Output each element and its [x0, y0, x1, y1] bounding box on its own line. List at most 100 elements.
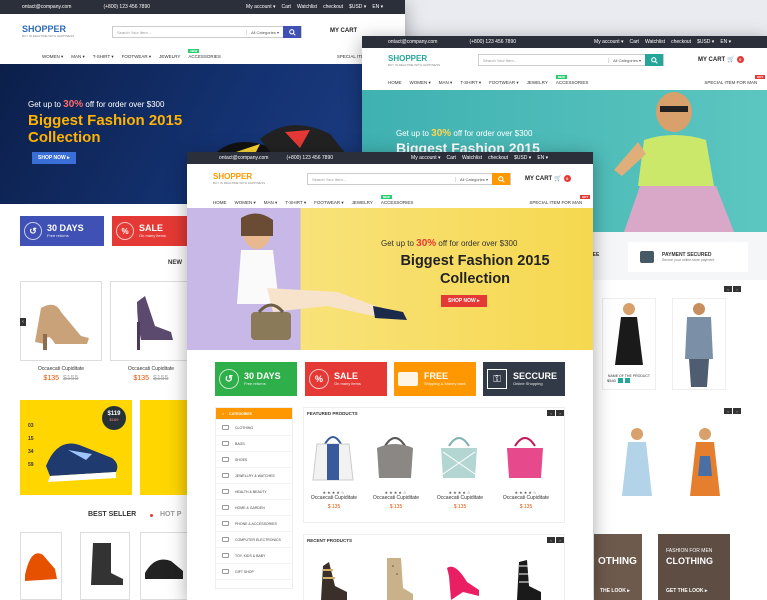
nav-footwear[interactable]: FOOTWEAR ▾ [489, 80, 519, 86]
product-card-right-4[interactable] [680, 426, 730, 506]
shoe-image-2[interactable] [377, 554, 417, 600]
shop-now-button[interactable]: SHOP NOW ▸ [32, 152, 76, 164]
currency-select[interactable]: $USD ▾ [514, 155, 531, 161]
next-arrow[interactable]: › [556, 410, 564, 416]
category-select[interactable]: All Categories ▾ [454, 176, 492, 182]
shoe-image-3[interactable] [443, 556, 483, 600]
category-item[interactable]: JEWELLRY & WATCHES [216, 468, 292, 484]
language-select[interactable]: EN ▾ [372, 4, 383, 10]
next-arrow[interactable]: › [556, 537, 564, 543]
shop-now-button[interactable]: SHOP NOW ▸ [441, 295, 487, 307]
hot-products-tab[interactable]: HOT P [160, 511, 181, 518]
watchlist-link[interactable]: Watchlist [297, 4, 317, 10]
shoe-image-4[interactable] [507, 556, 547, 600]
cart-link[interactable]: Cart [447, 155, 456, 161]
category-select[interactable]: All Categories ▾ [245, 29, 283, 35]
currency-select[interactable]: $USD ▾ [697, 39, 714, 45]
bag-image-2[interactable] [373, 428, 417, 484]
fashion-banner-right[interactable]: FASHION FOR MEN CLOTHING GET THE LOOK ▸ [658, 534, 730, 600]
language-select[interactable]: EN ▾ [537, 155, 548, 161]
next-arrow[interactable]: › [733, 408, 741, 414]
product-card-left-5[interactable] [140, 532, 188, 600]
watchlist-link[interactable]: Watchlist [462, 155, 482, 161]
my-account-menu[interactable]: My account ▾ [594, 39, 623, 45]
cart-icon[interactable] [617, 378, 623, 383]
fashion-banner-left[interactable]: OTHING THE LOOK ▸ [594, 534, 642, 600]
product-card-left-2[interactable] [110, 281, 192, 361]
logo[interactable]: SHOPPER BUY IN REALTIME WITH HAPPINESS [388, 54, 440, 67]
promo-banner-2[interactable] [140, 400, 190, 495]
currency-select[interactable]: $USD ▾ [349, 4, 366, 10]
category-header[interactable]: ≡ CATEGORIES [216, 408, 292, 420]
nav-home[interactable]: HOME [388, 80, 402, 85]
checkout-link[interactable]: checkout [488, 155, 508, 161]
category-item[interactable]: GIFT SHOP [216, 564, 292, 580]
cart-button[interactable]: MY CART [330, 28, 357, 34]
category-select[interactable]: All Categories ▾ [607, 57, 645, 63]
cart-link[interactable]: Cart [630, 39, 639, 45]
nav-home[interactable]: HOME [213, 200, 227, 205]
product-card-left-4[interactable] [80, 532, 130, 600]
bag-image-3[interactable] [437, 428, 481, 484]
email-link[interactable]: ontact@company.com [388, 39, 437, 45]
category-item[interactable]: CLOTHING [216, 420, 292, 436]
prev-arrow[interactable]: ‹ [724, 286, 732, 292]
search-button[interactable] [283, 26, 301, 38]
search-button[interactable] [492, 173, 510, 185]
email-link[interactable]: ontact@company.com [22, 4, 71, 10]
bag-image-1[interactable] [311, 428, 355, 484]
nav-tshirt[interactable]: T-SHIRT ▾ [93, 54, 114, 60]
product-card-right-1[interactable]: NAME OF THE PRODUCT $540 [602, 298, 656, 390]
prev-arrow-left[interactable]: ‹ [20, 318, 26, 326]
nav-footwear[interactable]: FOOTWEAR ▾ [122, 54, 152, 60]
shoe-image-1[interactable] [313, 556, 353, 600]
cart-link[interactable]: Cart [282, 4, 291, 10]
category-item[interactable]: HEALTH & BEAUTY [216, 484, 292, 500]
nav-women[interactable]: WOMEN ▾ [410, 80, 431, 86]
my-account-menu[interactable]: My account ▾ [246, 4, 275, 10]
nav-jewelry[interactable]: JEWELRY [352, 200, 373, 205]
category-item[interactable]: PHONE & ACCESSORIES [216, 516, 292, 532]
nav-accessories[interactable]: ACCESSORIES NEW [380, 195, 422, 205]
prev-arrow[interactable]: ‹ [547, 537, 555, 543]
category-item[interactable]: TOY, KIDS & BABY [216, 548, 292, 564]
bag-image-4[interactable] [503, 428, 547, 484]
language-select[interactable]: EN ▾ [720, 39, 731, 45]
nav-special[interactable]: SPECIAL ITEM FOR MAN HOT [704, 75, 766, 85]
nav-tshirt[interactable]: T-SHIRT ▾ [285, 200, 306, 206]
cart-button[interactable]: MY CART 🛒 0 [525, 175, 571, 182]
heart-icon[interactable] [624, 378, 630, 383]
checkout-link[interactable]: checkout [671, 39, 691, 45]
my-account-menu[interactable]: My account ▾ [411, 155, 440, 161]
nav-women[interactable]: WOMEN ▾ [42, 54, 63, 60]
nav-man[interactable]: MAN ▾ [71, 54, 85, 60]
nav-man[interactable]: MAN ▾ [439, 80, 453, 86]
product-card-right-3[interactable] [612, 426, 662, 506]
nav-accessories[interactable]: ACCESSORIES NEW [555, 75, 597, 85]
cart-button[interactable]: MY CART 🛒 0 [698, 56, 744, 63]
nav-women[interactable]: WOMEN ▾ [235, 200, 256, 206]
prev-arrow[interactable]: ‹ [724, 408, 732, 414]
product-card-right-2[interactable] [672, 298, 726, 390]
best-seller-tab[interactable]: BEST SELLER [88, 511, 136, 518]
nav-special[interactable]: SPECIAL ITEM FOR MAN HOT [529, 195, 591, 205]
prev-arrow[interactable]: ‹ [547, 410, 555, 416]
product-card-left-3[interactable] [20, 532, 62, 600]
nav-tshirt[interactable]: T-SHIRT ▾ [460, 80, 481, 86]
category-item[interactable]: SHOES [216, 452, 292, 468]
search-input[interactable]: Search Your Item... [113, 30, 246, 35]
search-button[interactable] [645, 54, 663, 66]
email-link[interactable]: ontact@company.com [219, 155, 268, 161]
nav-accessories[interactable]: ACCESSORIES NEW [188, 49, 229, 59]
checkout-link[interactable]: checkout [323, 4, 343, 10]
watchlist-link[interactable]: Watchlist [645, 39, 665, 45]
search-input[interactable]: Search Your Item... [308, 177, 455, 182]
nav-jewelry[interactable]: JEWELRY [527, 80, 548, 85]
nav-man[interactable]: MAN ▾ [264, 200, 278, 206]
search-input[interactable]: Search Your Item... [479, 58, 608, 63]
nav-jewelry[interactable]: JEWELRY [159, 54, 180, 59]
logo[interactable]: SHOPPER BUY IN REALTIME WITH HAPPINESS [22, 24, 74, 38]
logo[interactable]: SHOPPER BUY IN REALTIME WITH HAPPINESS [213, 172, 265, 185]
next-arrow[interactable]: › [733, 286, 741, 292]
category-item[interactable]: HOME & GARDEN [216, 500, 292, 516]
